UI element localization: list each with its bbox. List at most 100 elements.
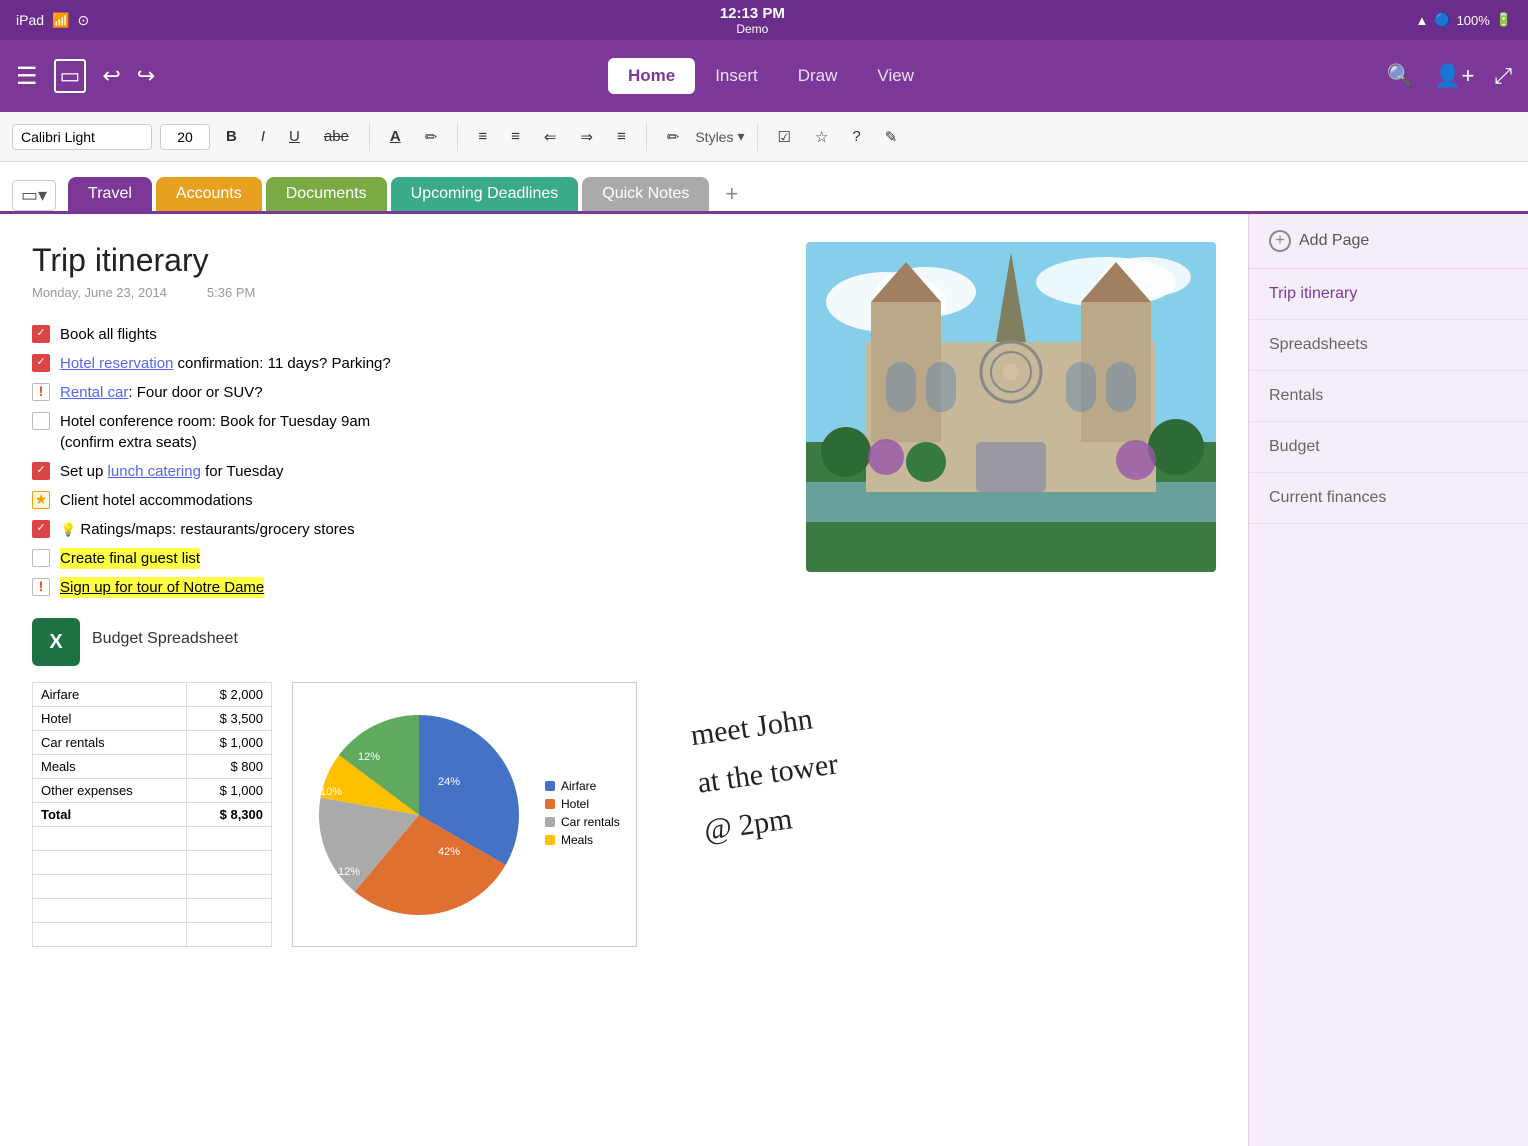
exclaim-icon: !	[39, 382, 44, 402]
empty-cell	[33, 851, 187, 875]
tab-accounts[interactable]: Accounts	[156, 177, 262, 211]
checklist-text: 💡 Ratings/maps: restaurants/grocery stor…	[60, 519, 355, 540]
table-row	[33, 827, 272, 851]
font-size-input[interactable]	[160, 124, 210, 150]
legend-color-meals	[545, 835, 555, 845]
checkbox-6[interactable]: ★	[32, 491, 50, 509]
chart-label-airfare: 24%	[438, 776, 460, 788]
styles-chevron-icon: ▾	[737, 128, 744, 145]
page-item-budget[interactable]: Budget	[1249, 422, 1528, 473]
page-item-rentals[interactable]: Rentals	[1249, 371, 1528, 422]
bold-button[interactable]: B	[218, 124, 245, 149]
styles-dropdown[interactable]: Styles ▾	[695, 128, 744, 145]
checkbox-4[interactable]	[32, 412, 50, 430]
indent-increase-button[interactable]: ⇒	[572, 124, 601, 150]
checkbox-8[interactable]	[32, 549, 50, 567]
page-item-spreadsheets[interactable]: Spreadsheets	[1249, 320, 1528, 371]
tab-travel[interactable]: Travel	[68, 177, 152, 211]
tab-view[interactable]: View	[857, 58, 934, 94]
font-color-button[interactable]: A	[382, 124, 409, 149]
notebook-tabs: ▭▾ Travel Accounts Documents Upcoming De…	[0, 162, 1528, 214]
strikethrough-button[interactable]: abe	[316, 124, 357, 149]
legend-item-airfare: Airfare	[545, 779, 620, 793]
checkbox-9[interactable]: !	[32, 578, 50, 596]
empty-cell	[186, 827, 271, 851]
align-button[interactable]: ≡	[609, 124, 634, 149]
numbered-list-button[interactable]: ≡	[503, 124, 528, 149]
divider-3	[646, 123, 647, 151]
checkbox-7[interactable]: ✓	[32, 520, 50, 538]
category-cell: Meals	[33, 755, 187, 779]
legend-item-meals: Meals	[545, 833, 620, 847]
font-name-input[interactable]	[12, 124, 152, 150]
styles-label: Styles	[695, 129, 733, 145]
table-row	[33, 899, 272, 923]
checkbox-2[interactable]: ✓	[32, 354, 50, 372]
table-row	[33, 851, 272, 875]
tab-upcoming-deadlines[interactable]: Upcoming Deadlines	[391, 177, 579, 211]
highlight-button[interactable]: ✏	[417, 124, 446, 150]
help-button[interactable]: ?	[844, 124, 868, 149]
demo-label: Demo	[89, 22, 1415, 36]
toolbar-right: 🔍 👤+ ⤢	[1387, 63, 1512, 89]
ink-button[interactable]: ✏	[659, 124, 688, 150]
total-label-cell: Total	[33, 803, 187, 827]
italic-button[interactable]: I	[253, 124, 273, 149]
indent-decrease-button[interactable]: ⇐	[536, 124, 565, 150]
checkbox-5[interactable]: ✓	[32, 462, 50, 480]
menu-icon[interactable]: ☰	[16, 62, 38, 91]
draw-ink-button[interactable]: ✎	[877, 124, 906, 150]
excel-icon: X	[32, 618, 80, 666]
bullet-list-button[interactable]: ≡	[470, 124, 495, 149]
page-item-label: Spreadsheets	[1269, 336, 1368, 353]
redo-button[interactable]: ↪	[137, 63, 155, 89]
legend-color-airfare	[545, 781, 555, 791]
empty-cell	[33, 827, 187, 851]
tab-add-notebook[interactable]: +	[713, 177, 750, 211]
undo-button[interactable]: ↩	[102, 63, 120, 89]
lunch-catering-link[interactable]: lunch catering	[108, 463, 201, 480]
add-page-button[interactable]: + Add Page	[1249, 214, 1528, 269]
main-content: Trip itinerary Monday, June 23, 2014 5:3…	[0, 214, 1528, 1146]
page-time: 5:36 PM	[207, 285, 255, 300]
rental-car-link[interactable]: Rental car	[60, 384, 128, 401]
hotel-reservation-link[interactable]: Hotel reservation	[60, 355, 173, 372]
list-item: ! Sign up for tour of Notre Dame	[32, 577, 1216, 598]
page-item-current-finances[interactable]: Current finances	[1249, 473, 1528, 524]
empty-cell	[33, 899, 187, 923]
time-display: 12:13 PM	[89, 5, 1415, 22]
tab-draw[interactable]: Draw	[778, 58, 858, 94]
page-item-label: Trip itinerary	[1269, 285, 1357, 302]
tab-documents[interactable]: Documents	[266, 177, 387, 211]
page-item-label: Budget	[1269, 438, 1320, 455]
amount-cell: $ 1,000	[186, 731, 271, 755]
amount-cell: $ 2,000	[186, 683, 271, 707]
format-bar: B I U abe A ✏ ≡ ≡ ⇐ ⇒ ≡ ✏ Styles ▾ ☑ ☆ ?…	[0, 112, 1528, 162]
underline-button[interactable]: U	[281, 124, 308, 149]
page-item-label: Current finances	[1269, 489, 1386, 506]
legend-color-hotel	[545, 799, 555, 809]
checkbox-button[interactable]: ☑	[770, 124, 799, 150]
spreadsheet-label: Budget Spreadsheet	[92, 618, 238, 648]
tab-insert[interactable]: Insert	[695, 58, 778, 94]
search-icon[interactable]: 🔍	[1387, 63, 1414, 89]
sidebar-toggle-button[interactable]: ▭▾	[12, 180, 56, 211]
person-add-icon[interactable]: 👤+	[1434, 63, 1474, 89]
page-item-trip-itinerary[interactable]: Trip itinerary	[1249, 269, 1528, 320]
chart-label-car: 12%	[338, 866, 360, 878]
checkbox-3[interactable]: !	[32, 383, 50, 401]
nav-tabs: Home Insert Draw View	[175, 58, 1367, 94]
checklist-text: Sign up for tour of Notre Dame	[60, 577, 264, 598]
star-button[interactable]: ☆	[807, 124, 836, 150]
notebook-icon[interactable]: ▭	[54, 59, 87, 93]
page-date: Monday, June 23, 2014	[32, 285, 167, 300]
expand-icon[interactable]: ⤢	[1494, 63, 1512, 89]
signal-icon: ⊙	[77, 12, 89, 29]
legend-label: Airfare	[561, 779, 596, 793]
category-cell: Airfare	[33, 683, 187, 707]
page-area: Trip itinerary Monday, June 23, 2014 5:3…	[0, 214, 1248, 1146]
tab-quick-notes[interactable]: Quick Notes	[582, 177, 709, 211]
budget-section: Airfare $ 2,000 Hotel $ 3,500 Car rental…	[32, 682, 1216, 947]
tab-home[interactable]: Home	[608, 58, 695, 94]
checkbox-1[interactable]: ✓	[32, 325, 50, 343]
